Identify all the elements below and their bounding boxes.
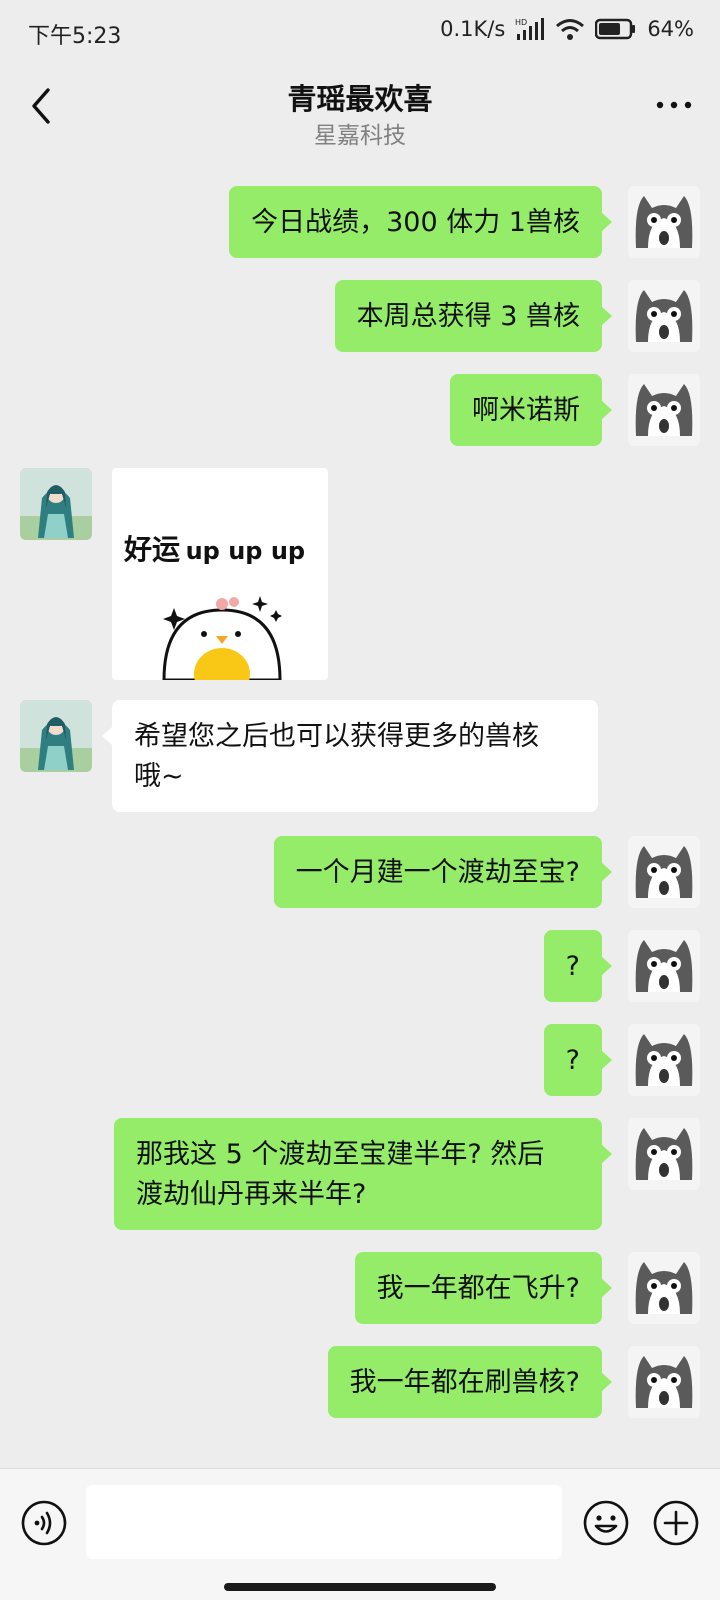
message-bubble[interactable]: ?	[543, 1024, 613, 1096]
message-bubble[interactable]: 今日战绩，300 体力 1兽核	[229, 186, 612, 258]
message-line: 那我这 5 个渡劫至宝建半年? 然后	[136, 1139, 545, 1170]
voice-input-button[interactable]	[20, 1499, 68, 1547]
message-input[interactable]	[86, 1485, 562, 1559]
cat-avatar-icon	[628, 1118, 700, 1190]
chat-subtitle: 星嘉科技	[314, 123, 406, 149]
sticker-caption: 好运 up up up	[124, 533, 306, 566]
cat-avatar-icon	[628, 1024, 700, 1096]
contact-avatar[interactable]	[20, 700, 92, 772]
plus-icon	[653, 1500, 699, 1546]
message-text: 我一年都在飞升?	[376, 1273, 580, 1304]
message-bubble[interactable]: 我一年都在飞升?	[354, 1252, 613, 1324]
wifi-icon	[555, 17, 585, 41]
self-avatar[interactable]	[628, 1118, 700, 1190]
message-outgoing: 啊米诺斯	[0, 374, 720, 450]
more-actions-button[interactable]	[652, 1499, 700, 1547]
message-text: ?	[565, 951, 580, 982]
status-bar: 下午5:23 0.1K/s HD 64%	[0, 0, 720, 62]
message-line: 希望您之后也可以获得更多的兽核	[134, 721, 539, 752]
cat-avatar-icon	[628, 836, 700, 908]
message-bubble[interactable]: 我一年都在刷兽核?	[327, 1346, 613, 1418]
cat-avatar-icon	[628, 280, 700, 352]
chat-screen: 下午5:23 0.1K/s HD 64% 青瑶最欢喜 星嘉科技 今日战绩，300…	[0, 0, 720, 1600]
message-outgoing: ?	[0, 930, 720, 1006]
message-text: 啊米诺斯	[472, 395, 580, 426]
anime-girl-avatar-icon	[20, 700, 92, 772]
cat-avatar-icon	[628, 186, 700, 258]
network-speed: 0.1K/s	[440, 17, 506, 41]
cat-avatar-icon	[628, 1346, 700, 1418]
self-avatar[interactable]	[628, 280, 700, 352]
message-list[interactable]: 今日战绩，300 体力 1兽核 本周总获得 3 兽核 啊米诺斯 好运 up up…	[0, 160, 720, 1468]
message-line: 渡劫仙丹再来半年?	[136, 1179, 367, 1210]
message-outgoing: 我一年都在刷兽核?	[0, 1346, 720, 1422]
self-avatar[interactable]	[628, 930, 700, 1002]
chick-sticker-icon	[162, 596, 282, 680]
message-outgoing: 那我这 5 个渡劫至宝建半年? 然后 渡劫仙丹再来半年?	[0, 1118, 720, 1234]
message-bubble[interactable]: 本周总获得 3 兽核	[334, 280, 613, 352]
emoji-button[interactable]	[582, 1499, 630, 1547]
more-options-button[interactable]	[654, 90, 694, 120]
message-text: 今日战绩，300 体力 1兽核	[251, 207, 580, 238]
message-text: 我一年都在刷兽核?	[349, 1367, 580, 1398]
status-indicators: 0.1K/s HD 64%	[440, 17, 694, 41]
self-avatar[interactable]	[628, 186, 700, 258]
message-bubble[interactable]: 那我这 5 个渡劫至宝建半年? 然后 渡劫仙丹再来半年?	[114, 1118, 612, 1230]
message-text: 本周总获得 3 兽核	[356, 301, 580, 332]
battery-icon	[595, 18, 637, 40]
message-outgoing: 一个月建一个渡劫至宝?	[0, 836, 720, 912]
hd-signal-icon: HD	[515, 17, 545, 41]
cat-avatar-icon	[628, 930, 700, 1002]
cat-avatar-icon	[628, 374, 700, 446]
status-time: 下午5:23	[28, 24, 122, 49]
message-bubble[interactable]: 一个月建一个渡劫至宝?	[273, 836, 613, 908]
message-incoming: 希望您之后也可以获得更多的兽核 哦~	[0, 700, 720, 816]
svg-text:HD: HD	[515, 18, 527, 27]
message-outgoing: 本周总获得 3 兽核	[0, 280, 720, 356]
message-bubble[interactable]: ?	[543, 930, 613, 1002]
message-bubble[interactable]: 啊米诺斯	[450, 374, 612, 446]
message-text: 一个月建一个渡劫至宝?	[295, 857, 580, 888]
message-outgoing: ?	[0, 1024, 720, 1100]
home-indicator[interactable]	[224, 1583, 496, 1591]
sticker-message[interactable]: 好运 up up up	[112, 468, 328, 680]
message-outgoing: 今日战绩，300 体力 1兽核	[0, 186, 720, 262]
message-outgoing: 我一年都在飞升?	[0, 1252, 720, 1328]
self-avatar[interactable]	[628, 836, 700, 908]
self-avatar[interactable]	[628, 1346, 700, 1418]
chat-input-bar	[0, 1468, 720, 1600]
battery-percent: 64%	[647, 17, 694, 41]
message-text: ?	[565, 1045, 580, 1076]
message-bubble[interactable]: 希望您之后也可以获得更多的兽核 哦~	[102, 700, 598, 812]
self-avatar[interactable]	[628, 1024, 700, 1096]
anime-girl-avatar-icon	[20, 468, 92, 540]
emoji-icon	[583, 1500, 629, 1546]
message-incoming: 好运 up up up	[0, 468, 720, 684]
contact-avatar[interactable]	[20, 468, 92, 540]
message-line: 哦~	[134, 761, 184, 792]
cat-avatar-icon	[628, 1252, 700, 1324]
more-dots-icon	[656, 101, 692, 109]
voice-icon	[21, 1500, 67, 1546]
chat-title: 青瑶最欢喜	[287, 82, 433, 116]
chat-header: 青瑶最欢喜 星嘉科技	[0, 62, 720, 160]
self-avatar[interactable]	[628, 374, 700, 446]
self-avatar[interactable]	[628, 1252, 700, 1324]
